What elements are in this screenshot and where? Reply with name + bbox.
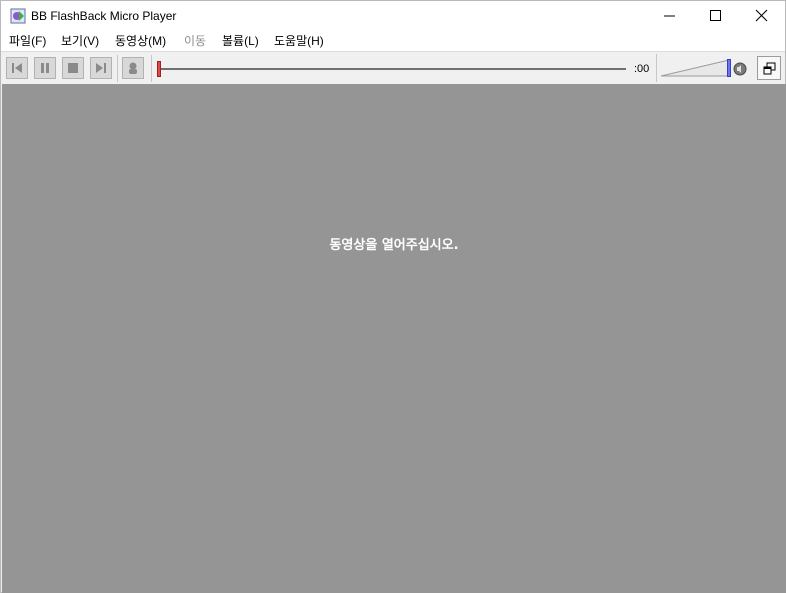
- speaker-person-icon: [129, 62, 137, 74]
- volume-control[interactable]: [656, 54, 754, 82]
- seek-thumb[interactable]: [157, 61, 161, 77]
- menu-volume[interactable]: 볼륨(L): [222, 33, 259, 49]
- close-button[interactable]: [739, 1, 785, 31]
- skip-forward-button[interactable]: [90, 57, 112, 79]
- title-bar[interactable]: BB FlashBack Micro Player: [1, 1, 785, 31]
- app-icon: [10, 8, 26, 24]
- minimize-icon: [664, 15, 675, 17]
- menu-file[interactable]: 파일(F): [9, 33, 46, 49]
- window-mode-icon: [763, 62, 776, 75]
- player-window: BB FlashBack Micro Player 파일(F) 보기(V) 동영…: [0, 0, 786, 593]
- menu-navigate[interactable]: 이동: [184, 33, 206, 49]
- video-area[interactable]: 동영상을 열어주십시오.: [2, 84, 786, 593]
- stop-icon: [68, 63, 78, 73]
- close-icon: [755, 9, 768, 22]
- menu-bar: 파일(F) 보기(V) 동영상(M) 이동 볼륨(L) 도움말(H): [1, 31, 785, 51]
- time-label: :00: [634, 63, 650, 75]
- window-title: BB FlashBack Micro Player: [31, 9, 177, 23]
- volume-thumb[interactable]: [727, 59, 731, 77]
- volume-ramp[interactable]: [661, 59, 731, 77]
- toolbar-separator: [151, 55, 152, 82]
- pause-button[interactable]: [34, 57, 56, 79]
- minimize-button[interactable]: [647, 1, 693, 31]
- skip-forward-icon: [96, 63, 106, 73]
- menu-help[interactable]: 도움말(H): [274, 33, 324, 49]
- pause-icon: [41, 63, 49, 73]
- menu-view[interactable]: 보기(V): [61, 33, 99, 49]
- toolbar-separator: [117, 55, 118, 82]
- skip-back-icon: [12, 63, 22, 73]
- window-mode-button[interactable]: [757, 56, 781, 80]
- speaker-person-button[interactable]: [122, 57, 144, 79]
- maximize-button[interactable]: [693, 1, 739, 31]
- seek-track[interactable]: [158, 68, 626, 70]
- menu-movie[interactable]: 동영상(M): [115, 33, 166, 49]
- speaker-icon[interactable]: [733, 62, 747, 76]
- stop-button[interactable]: [62, 57, 84, 79]
- skip-back-button[interactable]: [6, 57, 28, 79]
- maximize-icon: [710, 10, 721, 21]
- open-video-message: 동영상을 열어주십시오.: [329, 238, 459, 253]
